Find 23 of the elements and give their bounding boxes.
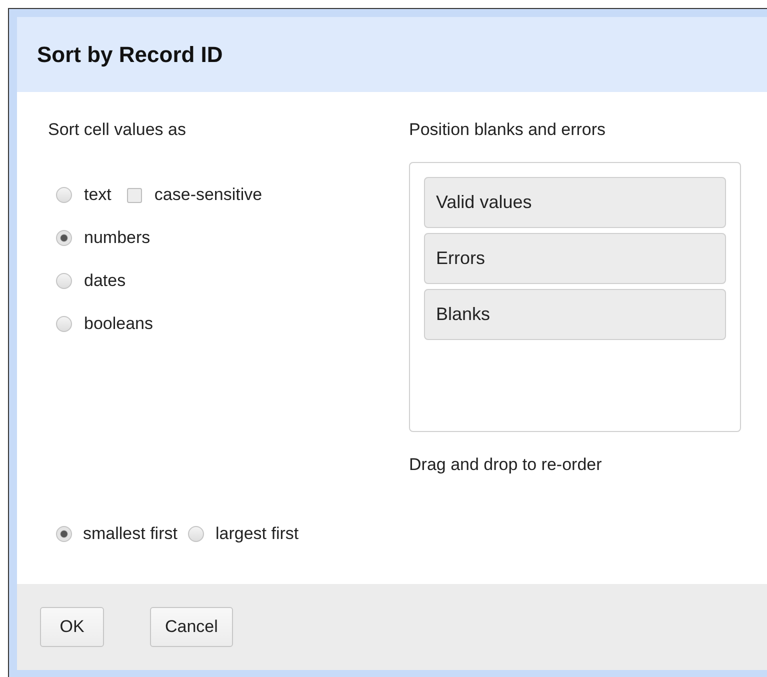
dialog-title: Sort by Record ID bbox=[37, 42, 223, 68]
draggable-item[interactable]: Blanks bbox=[424, 289, 726, 340]
cancel-button[interactable]: Cancel bbox=[150, 607, 233, 647]
ok-button[interactable]: OK bbox=[40, 607, 104, 647]
option-label: smallest first bbox=[83, 524, 178, 544]
radio-button[interactable] bbox=[56, 187, 72, 203]
section-label: Position blanks and errors bbox=[409, 120, 607, 140]
option-label: text bbox=[84, 185, 112, 205]
checkbox-label: case-sensitive bbox=[154, 185, 262, 205]
option-label: dates bbox=[84, 271, 126, 291]
option-label: numbers bbox=[84, 228, 150, 248]
option-label: largest first bbox=[215, 524, 299, 544]
radio-button[interactable] bbox=[56, 316, 72, 332]
radio-button[interactable] bbox=[188, 526, 204, 542]
option-label: booleans bbox=[84, 314, 154, 334]
radio-button[interactable] bbox=[56, 273, 72, 289]
radio-button[interactable] bbox=[56, 230, 72, 246]
draggable-item[interactable]: Errors bbox=[424, 233, 726, 284]
draggable-item[interactable]: Valid values bbox=[424, 177, 726, 228]
section-label: Sort cell values as bbox=[48, 120, 187, 140]
hint-text: Drag and drop to re-order bbox=[409, 455, 603, 475]
radio-button[interactable] bbox=[56, 526, 72, 542]
checkbox[interactable] bbox=[127, 188, 142, 202]
